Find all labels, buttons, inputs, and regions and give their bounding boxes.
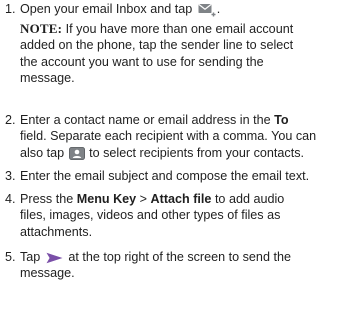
step-5-before: Tap (20, 250, 41, 264)
step-number: 1. (5, 2, 16, 16)
note-label: NOTE: (20, 21, 63, 36)
step-2-line-1: Enter a contact name or email address in… (20, 113, 271, 127)
step-number: 3. (5, 169, 16, 183)
step-number: 4. (5, 192, 16, 206)
step-2-line-3-after: to select recipients from your contacts. (89, 145, 304, 160)
note-block: NOTE: If you have more than one email ac… (20, 21, 350, 86)
step-5-after: at the top right of the screen to send t… (68, 250, 291, 264)
step-2-line-3-before: also tap (20, 145, 65, 160)
step-text: Enter the email subject and compose the … (20, 168, 350, 184)
step-4-line-2: files, images, videos and other types of… (20, 208, 281, 223)
to-field-label: To (274, 113, 289, 127)
note-line-2: added on the phone, tap the sender line … (20, 38, 294, 53)
step-5-line-2: message. (20, 266, 75, 281)
contact-picker-icon (68, 146, 85, 160)
attach-file-label: Attach file (150, 192, 212, 206)
step-number: 2. (5, 113, 16, 127)
step-text: Open your email Inbox and tap . (20, 2, 221, 17)
note-line-4: message. (20, 70, 75, 85)
step-4-suffix: to add audio (214, 192, 285, 206)
step-number: 5. (5, 250, 16, 264)
send-icon (46, 252, 63, 264)
note-line-3: the account you want to use for sending … (20, 54, 264, 69)
step-3-line-1: Enter the email subject and compose the … (20, 169, 310, 183)
step-text: Tap at the top right of the screen to se… (20, 249, 350, 282)
step-4-line-3: attachments. (20, 224, 93, 239)
step-text: Enter a contact name or email address in… (20, 112, 350, 161)
menu-key-label: Menu Key (76, 192, 137, 206)
email-compose-icon (198, 3, 217, 17)
step-4-prefix: Press the (20, 192, 74, 206)
note-line-1: If you have more than one email account (65, 22, 294, 36)
step-2-line-2: field. Separate each recipient with a co… (20, 129, 317, 144)
step-text: Press the Menu Key > Attach file to add … (20, 191, 350, 240)
step-1-text: Open your email Inbox and tap (20, 2, 193, 16)
